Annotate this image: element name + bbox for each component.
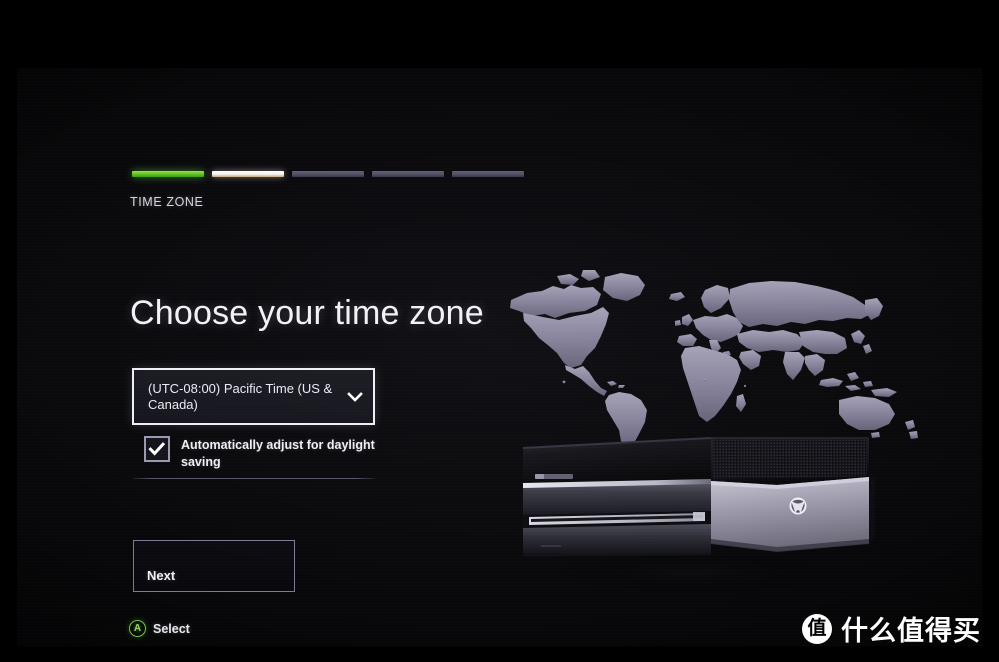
watermark-badge-icon: 值 <box>802 613 832 644</box>
progress-segment-2 <box>212 171 284 177</box>
watermark-text: 什么值得买 <box>841 616 981 647</box>
next-button-label: Next <box>147 568 176 583</box>
chevron-down-icon <box>345 387 365 407</box>
timezone-dropdown-value: (UTC-08:00) Pacific Time (US & Canada) <box>148 380 333 412</box>
timezone-dropdown[interactable]: (UTC-08:00) Pacific Time (US & Canada) <box>132 368 375 425</box>
daylight-saving-checkbox[interactable] <box>144 436 170 462</box>
progress-segment-1 <box>132 171 204 177</box>
progress-segment-4 <box>372 171 444 177</box>
legend-action-label: Select <box>153 621 190 636</box>
progress-segment-3 <box>292 171 364 177</box>
setup-progress-bar <box>132 171 524 177</box>
xbox-one-console-graphic <box>515 433 875 603</box>
page-title: Choose your time zone <box>130 293 484 332</box>
controller-legend: A Select <box>129 620 190 637</box>
step-label: TIME ZONE <box>130 195 204 209</box>
section-divider <box>133 478 375 479</box>
photograph-of-tv-screen: TIME ZONE Choose your time zone (UTC-08:… <box>0 0 999 662</box>
tv-screen-area: TIME ZONE Choose your time zone (UTC-08:… <box>17 68 982 646</box>
progress-segment-5 <box>452 171 524 177</box>
daylight-saving-label: Automatically adjust for daylight saving <box>181 438 375 469</box>
a-button-icon: A <box>129 620 146 637</box>
next-button[interactable]: Next <box>133 540 295 592</box>
daylight-saving-checkbox-row[interactable]: Automatically adjust for daylight saving <box>144 436 380 470</box>
world-map-graphic <box>509 264 931 449</box>
checkmark-icon <box>148 442 166 456</box>
watermark: 值 什么值得买 <box>802 609 981 648</box>
